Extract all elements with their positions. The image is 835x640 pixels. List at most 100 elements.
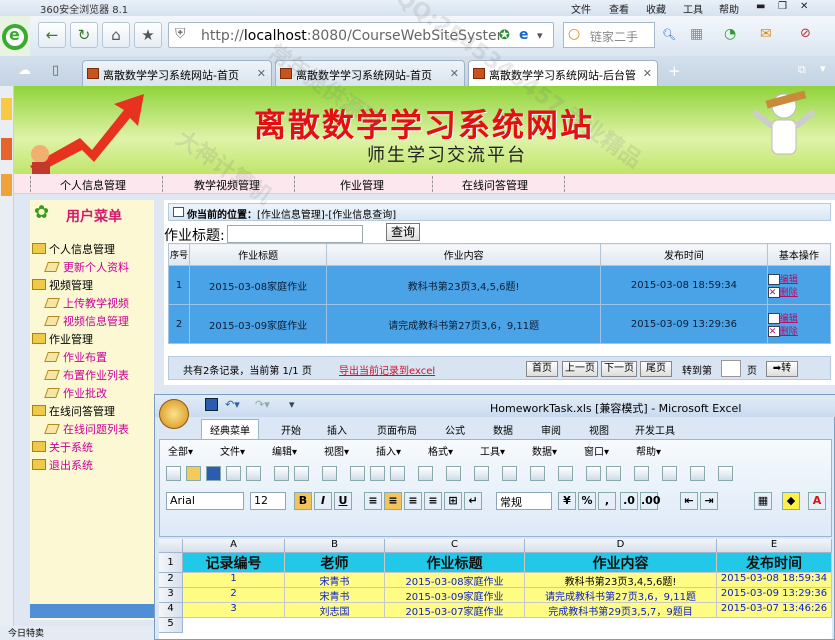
increase-indent-icon[interactable]: ⇥ <box>700 492 718 510</box>
last-page-button[interactable]: 尾页 <box>640 361 672 377</box>
cell-e1[interactable]: 发布时间 <box>717 553 832 573</box>
fill-color-icon[interactable]: ◆ <box>782 492 800 510</box>
apps-icon[interactable]: ▦ <box>690 26 703 42</box>
currency-icon[interactable]: ¥ <box>558 492 576 510</box>
font-name-box[interactable]: Arial <box>166 492 244 510</box>
cell-a1[interactable]: 记录编号 <box>183 553 285 573</box>
cell-c1[interactable]: 作业标题 <box>385 553 525 573</box>
nav-qa[interactable]: 在线问答管理 <box>462 177 528 193</box>
nav-video[interactable]: 教学视频管理 <box>194 177 260 193</box>
justify-icon[interactable]: ≡ <box>424 492 442 510</box>
ribbon-tab-layout[interactable]: 页面布局 <box>377 422 417 437</box>
refresh-button[interactable]: ↻ <box>70 22 98 48</box>
tree-video-management[interactable]: 视频管理 <box>32 277 93 293</box>
cell-c2[interactable]: 2015-03-08家庭作业 <box>385 573 525 588</box>
cell-e4[interactable]: 2015-03-07 13:46:26 <box>717 603 832 618</box>
print-icon[interactable] <box>274 466 289 481</box>
delete-icon[interactable]: ✕ <box>767 287 780 298</box>
menu-format[interactable]: 格式▾ <box>428 443 453 458</box>
search-input[interactable]: 链家二手 <box>590 28 638 45</box>
cell-d2[interactable]: 教科书第23页3,4,5,6题! <box>525 573 717 588</box>
column-header-e[interactable]: E <box>717 539 832 553</box>
query-button[interactable]: 查询 <box>386 223 420 241</box>
menu-data[interactable]: 数据▾ <box>532 443 557 458</box>
compat-mode-icon[interactable]: ✪ <box>499 28 510 43</box>
menu-tools[interactable]: 工具 <box>683 1 703 16</box>
cell-b2[interactable]: 宋青书 <box>285 573 385 588</box>
column-header-d[interactable]: D <box>525 539 717 553</box>
tab-close-icon[interactable]: ✕ <box>257 67 266 80</box>
open-icon[interactable] <box>186 466 201 481</box>
search-go-icon[interactable]: 🔍︎ <box>662 28 676 41</box>
comma-icon[interactable]: , <box>598 492 616 510</box>
close-icon[interactable]: ✕ <box>800 1 808 12</box>
align-center-icon[interactable]: ≡ <box>384 492 402 510</box>
save-icon[interactable] <box>206 466 221 481</box>
tree-qa-management[interactable]: 在线问答管理 <box>32 403 115 419</box>
menu-tools[interactable]: 工具▾ <box>480 443 505 458</box>
italic-icon[interactable]: I <box>314 492 332 510</box>
percent-icon[interactable]: % <box>578 492 596 510</box>
bold-icon[interactable]: B <box>294 492 312 510</box>
font-size-box[interactable]: 12 <box>250 492 286 510</box>
function-icon[interactable] <box>558 466 573 481</box>
address-dropdown-icon[interactable]: ▾ <box>537 29 543 42</box>
menu-file[interactable]: 文件 <box>571 1 591 16</box>
tree-personal-info[interactable]: 个人信息管理 <box>32 241 115 257</box>
first-page-button[interactable]: 首页 <box>526 361 558 377</box>
cell-a4[interactable]: 3 <box>183 603 285 618</box>
next-page-button[interactable]: 下一页 <box>601 361 637 377</box>
cell-e3[interactable]: 2015-03-09 13:29:36 <box>717 588 832 603</box>
cell-b3[interactable]: 宋青书 <box>285 588 385 603</box>
copy-icon[interactable] <box>370 466 385 481</box>
tree-about-system[interactable]: 关于系统 <box>32 439 93 455</box>
filter-icon[interactable] <box>634 466 649 481</box>
email-icon[interactable] <box>246 466 261 481</box>
goto-page-input[interactable] <box>721 360 741 377</box>
plugin-icon[interactable]: ✉ <box>760 26 772 42</box>
tab-home-1[interactable]: 离散数学学习系统网站-首页 ✕ <box>82 60 272 86</box>
tab-close-icon[interactable]: ✕ <box>450 67 459 80</box>
edit-icon[interactable] <box>767 313 780 324</box>
tab-home-2[interactable]: 离散数学学习系统网站-首页 ✕ <box>275 60 465 86</box>
home-button[interactable]: ⌂ <box>102 22 130 48</box>
accelerate-icon[interactable]: ◔ <box>724 26 736 42</box>
redo-icon[interactable]: ↷▾ <box>255 398 270 411</box>
underline-icon[interactable]: U <box>334 492 352 510</box>
align-left-icon[interactable]: ≡ <box>364 492 382 510</box>
menu-window[interactable]: 窗口▾ <box>584 443 609 458</box>
decrease-indent-icon[interactable]: ⇤ <box>680 492 698 510</box>
menu-file[interactable]: 文件▾ <box>220 443 245 458</box>
cell-a3[interactable]: 2 <box>183 588 285 603</box>
restore-icon[interactable]: ❐ <box>778 1 787 12</box>
tab-list-icon[interactable]: ⧉ <box>798 63 806 77</box>
search-box[interactable]: ○ 链家二手 <box>563 22 655 48</box>
align-right-icon[interactable]: ≡ <box>404 492 422 510</box>
sort-ascending-icon[interactable] <box>586 466 601 481</box>
side-weibo-icon[interactable] <box>1 138 12 160</box>
paste-icon[interactable] <box>390 466 405 481</box>
ribbon-tab-formulas[interactable]: 公式 <box>445 422 465 437</box>
menu-insert[interactable]: 插入▾ <box>376 443 401 458</box>
delete-icon[interactable]: ✕ <box>767 326 780 337</box>
row-header-1[interactable]: 1 <box>159 553 183 573</box>
tree-update-profile[interactable]: 更新个人资料 <box>46 259 129 275</box>
prev-page-button[interactable]: 上一页 <box>562 361 598 377</box>
side-app-icon[interactable] <box>1 98 12 120</box>
ribbon-tab-data[interactable]: 数据 <box>493 422 513 437</box>
number-format-box[interactable]: 常规 <box>496 492 552 510</box>
menu-edit[interactable]: 编辑▾ <box>272 443 297 458</box>
cell-c3[interactable]: 2015-03-09家庭作业 <box>385 588 525 603</box>
borders-icon[interactable]: ▦ <box>754 492 772 510</box>
tab-menu-icon[interactable]: ▾ <box>820 62 826 75</box>
cell-c4[interactable]: 2015-03-07家庭作业 <box>385 603 525 618</box>
tab-close-icon[interactable]: ✕ <box>643 67 652 80</box>
menu-help[interactable]: 帮助▾ <box>636 443 661 458</box>
go-button[interactable]: ➡转 <box>766 361 798 377</box>
back-button[interactable]: ← <box>38 22 66 48</box>
new-icon[interactable] <box>166 466 181 481</box>
permission-icon[interactable] <box>226 466 241 481</box>
cell-e2[interactable]: 2015-03-08 18:59:34 <box>717 573 832 588</box>
tab-admin[interactable]: 离散数学学习系统网站-后台管 ✕ <box>468 60 658 86</box>
edit-link[interactable]: 编辑 <box>780 314 798 324</box>
